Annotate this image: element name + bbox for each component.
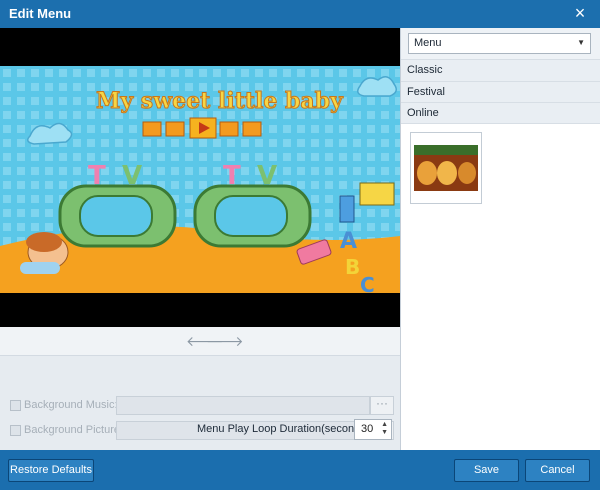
dialog-footer: Restore Defaults Save Cancel — [0, 450, 600, 490]
preview-navigation: 🡐 🡒 — [0, 329, 400, 356]
save-button[interactable]: Save — [454, 459, 519, 482]
background-music-field[interactable] — [116, 396, 370, 415]
svg-text:B: B — [345, 255, 360, 279]
chevron-down-icon: ▼ — [577, 38, 585, 47]
template-sidebar: Menu ▼ Classic Festival Online — [401, 28, 600, 451]
stepper-arrows-icon[interactable]: ▲ ▼ — [381, 421, 388, 437]
category-label: Classic — [407, 64, 443, 76]
loop-duration-value: 30 — [361, 423, 374, 435]
svg-text:A: A — [340, 229, 357, 254]
background-music-row: Background Music: ··· — [10, 396, 394, 416]
edit-menu-dialog: Edit Menu × My sweet little baby T V T V… — [0, 0, 600, 490]
preview-pane: My sweet little baby T V T V A B C 🡐 🡒 B… — [0, 28, 401, 450]
background-music-checkbox[interactable] — [10, 400, 21, 411]
template-type-dropdown[interactable]: Menu ▼ — [408, 33, 591, 54]
cancel-button[interactable]: Cancel — [525, 459, 590, 482]
loop-duration-row: Menu Play Loop Duration(seconds): 30 ▲ ▼ — [197, 419, 392, 440]
svg-text:V: V — [122, 161, 142, 191]
menu-preview: My sweet little baby T V T V A B C — [0, 28, 400, 327]
category-classic[interactable]: Classic — [401, 59, 600, 81]
svg-text:T: T — [223, 161, 241, 191]
title-bar: Edit Menu × — [0, 0, 600, 28]
svg-text:C: C — [360, 273, 375, 293]
close-icon[interactable]: × — [570, 3, 590, 23]
preview-artwork: My sweet little baby T V T V A B C — [0, 66, 400, 293]
dialog-title: Edit Menu — [9, 6, 72, 21]
template-thumbnails — [401, 123, 600, 451]
restore-defaults-button[interactable]: Restore Defaults — [8, 459, 94, 482]
background-picture-label: Background Picture: — [24, 424, 124, 436]
category-online[interactable]: Online — [401, 102, 600, 124]
next-page-icon[interactable]: 🡒 — [206, 333, 244, 350]
category-label: Online — [407, 107, 439, 119]
loop-duration-stepper[interactable]: 30 ▲ ▼ — [354, 419, 392, 440]
category-festival[interactable]: Festival — [401, 81, 600, 103]
background-music-label: Background Music: — [24, 399, 118, 411]
background-picture-checkbox[interactable] — [10, 425, 21, 436]
background-music-browse-button[interactable]: ··· — [370, 396, 394, 415]
svg-text:T: T — [88, 161, 106, 191]
svg-text:V: V — [257, 161, 277, 191]
thumbnail-image — [414, 145, 478, 191]
preview-scene: My sweet little baby T V T V A B C — [0, 66, 400, 293]
loop-duration-label: Menu Play Loop Duration(seconds): — [197, 423, 373, 435]
template-thumbnail[interactable] — [410, 132, 482, 204]
template-type-value: Menu — [414, 37, 442, 49]
category-label: Festival — [407, 86, 445, 98]
preview-headline: My sweet little baby — [96, 88, 344, 114]
